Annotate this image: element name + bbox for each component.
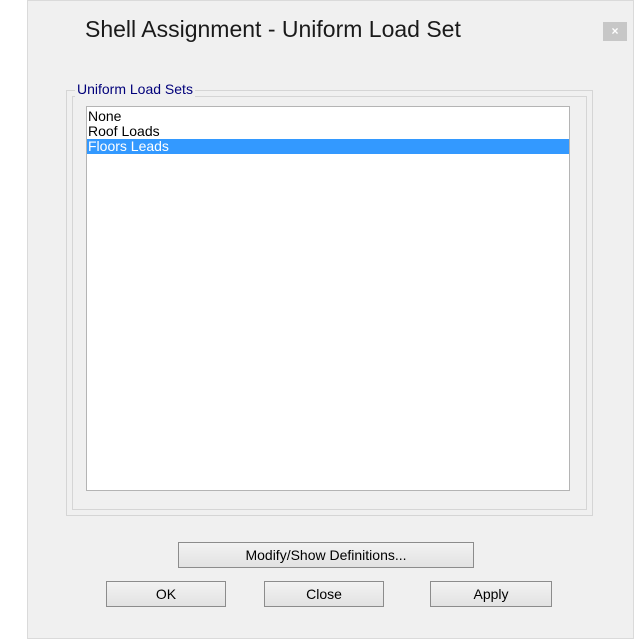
title-bar[interactable]: Shell Assignment - Uniform Load Set × <box>28 1 633 65</box>
window-title: Shell Assignment - Uniform Load Set <box>85 16 461 42</box>
apply-button[interactable]: Apply <box>430 581 552 607</box>
close-button[interactable]: Close <box>264 581 384 607</box>
ok-button[interactable]: OK <box>106 581 226 607</box>
list-item-roof-loads[interactable]: Roof Loads <box>87 124 569 139</box>
shell-assignment-dialog: Shell Assignment - Uniform Load Set × Un… <box>27 0 634 639</box>
close-window-button[interactable]: × <box>603 22 627 41</box>
modify-show-definitions-button[interactable]: Modify/Show Definitions... <box>178 542 474 568</box>
uniform-load-sets-list[interactable]: None Roof Loads Floors Leads <box>86 106 570 491</box>
group-label: Uniform Load Sets <box>75 81 195 97</box>
close-icon: × <box>611 24 619 38</box>
list-item-floors-leads[interactable]: Floors Leads <box>87 139 569 154</box>
list-item-none[interactable]: None <box>87 109 569 124</box>
